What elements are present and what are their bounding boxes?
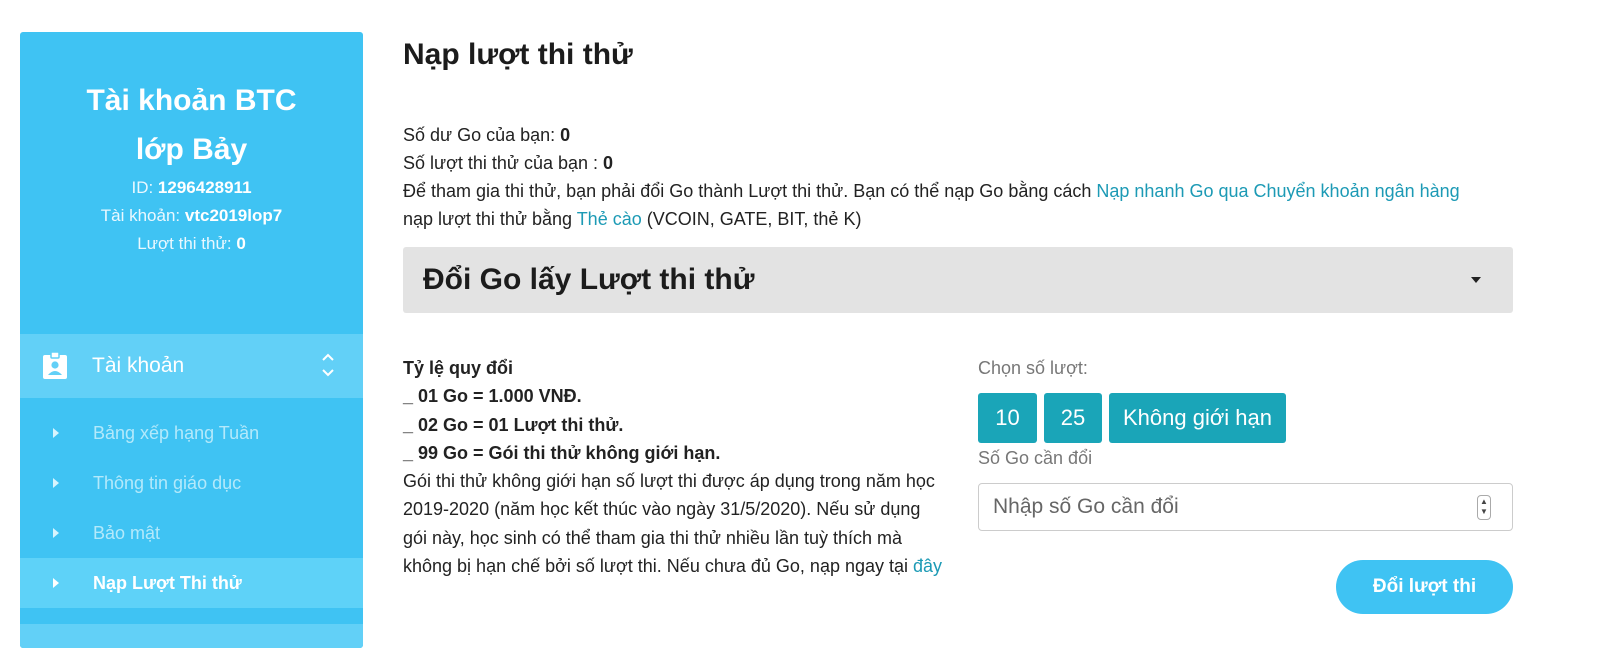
profile-account: Tài khoản: vtc2019lop7 bbox=[20, 202, 363, 230]
sidebar-item-weekly-ranking[interactable]: Bảng xếp hạng Tuần bbox=[20, 408, 363, 458]
sidebar-menu-account[interactable]: Tài khoản bbox=[20, 334, 363, 398]
profile-id-value: 1296428911 bbox=[157, 178, 252, 197]
sidebar-item-label: Nạp Lượt Thi thử bbox=[93, 572, 242, 593]
accordion-title: Đổi Go lấy Lượt thi thử bbox=[423, 263, 755, 296]
profile-name-line1: Tài khoản BTC bbox=[86, 84, 297, 117]
caret-right-icon bbox=[53, 428, 59, 438]
topup-here-link[interactable]: đây bbox=[913, 556, 942, 576]
profile-turns-label: Lượt thi thử: bbox=[137, 234, 237, 253]
instructions-text-1: Để tham gia thi thử, bạn phải đổi Go thà… bbox=[403, 181, 1097, 201]
go-amount-placeholder: Nhập số Go cần đổi bbox=[993, 495, 1179, 518]
go-balance-label: Số dư Go của bạn: bbox=[403, 125, 561, 145]
topup-instructions-2: nạp lượt thi thử bằng Thẻ cào (VCOIN, GA… bbox=[403, 205, 1513, 233]
go-amount-label: Số Go cần đổi bbox=[978, 448, 1093, 468]
account-info: Số dư Go của bạn: 0 Số lượt thi thử của … bbox=[403, 121, 1513, 233]
id-badge-icon bbox=[42, 351, 68, 380]
sidebar-item-label: Thông tin giáo dục bbox=[93, 472, 242, 493]
go-balance: Số dư Go của bạn: 0 bbox=[403, 121, 1513, 149]
profile-name-line2: lớp Bảy bbox=[135, 133, 248, 166]
turn-balance-label: Số lượt thi thử của bạn : bbox=[403, 153, 604, 173]
turn-balance-value: 0 bbox=[603, 153, 614, 173]
number-spinner-icon[interactable]: ▲ ▼ bbox=[1477, 495, 1491, 520]
option-unlimited-button[interactable]: Không giới hạn bbox=[1109, 393, 1286, 443]
profile-turns: Lượt thi thử: 0 bbox=[20, 230, 363, 258]
go-amount-input[interactable]: Nhập số Go cần đổi ▲ ▼ bbox=[978, 483, 1513, 531]
instructions-text-3: (VCOIN, GATE, BIT, thẻ K) bbox=[641, 209, 862, 229]
bank-transfer-link[interactable]: Nạp nhanh Go qua Chuyển khoản ngân hàng bbox=[1096, 181, 1459, 201]
exchange-form: Chọn số lượt: 10 25 Không giới hạn Số Go… bbox=[978, 354, 1513, 531]
exchange-submit-button[interactable]: Đổi lượt thi bbox=[1336, 560, 1513, 614]
option-25-button[interactable]: 25 bbox=[1044, 393, 1102, 443]
rate-line-1: _ 01 Go = 1.000 VNĐ. bbox=[403, 386, 582, 407]
exchange-accordion-header[interactable]: Đổi Go lấy Lượt thi thử bbox=[403, 247, 1513, 313]
rate-line-3: _ 99 Go = Gói thi thử không giới hạn. bbox=[403, 442, 721, 463]
sidebar-item-education-info[interactable]: Thông tin giáo dục bbox=[20, 458, 363, 508]
profile-turns-value: 0 bbox=[236, 234, 246, 253]
sidebar-menu-account-label: Tài khoản bbox=[92, 354, 185, 377]
turn-options: 10 25 Không giới hạn bbox=[978, 393, 1513, 443]
scratch-card-link[interactable]: Thẻ cào bbox=[577, 209, 642, 229]
caret-right-icon bbox=[53, 478, 59, 488]
rate-line-2: _ 02 Go = 01 Lượt thi thử. bbox=[403, 414, 624, 435]
sidebar-item-label: Bảng xếp hạng Tuần bbox=[93, 422, 260, 443]
caret-down-icon bbox=[1471, 277, 1481, 283]
chevron-updown-icon bbox=[321, 352, 335, 380]
profile-account-value: vtc2019lop7 bbox=[184, 206, 283, 225]
rates-description: Gói thi thử không giới hạn số lượt thi đ… bbox=[403, 467, 943, 580]
sidebar-item-label: Bảo mật bbox=[93, 522, 161, 543]
sidebar-item-security[interactable]: Bảo mật bbox=[20, 508, 363, 558]
sidebar-next-section[interactable] bbox=[20, 624, 363, 648]
page-title: Nạp lượt thi thử bbox=[403, 38, 633, 71]
topup-instructions: Để tham gia thi thử, bạn phải đổi Go thà… bbox=[403, 177, 1513, 205]
profile-id: ID: 1296428911 bbox=[20, 174, 363, 202]
sidebar-item-topup-turns[interactable]: Nạp Lượt Thi thử bbox=[20, 558, 363, 608]
go-balance-value: 0 bbox=[560, 125, 571, 145]
rates-heading: Tỷ lệ quy đổi bbox=[403, 358, 514, 378]
rates-description-text: Gói thi thử không giới hạn số lượt thi đ… bbox=[403, 471, 935, 577]
option-10-button[interactable]: 10 bbox=[978, 393, 1037, 443]
choose-turns-label: Chọn số lượt: bbox=[978, 358, 1088, 378]
profile-id-label: ID: bbox=[131, 178, 158, 197]
caret-right-icon bbox=[53, 528, 59, 538]
profile-account-label: Tài khoản: bbox=[100, 206, 185, 225]
instructions-text-2: nạp lượt thi thử bằng bbox=[403, 209, 577, 229]
sidebar-submenu: Bảng xếp hạng Tuần Thông tin giáo dục Bả… bbox=[20, 408, 363, 608]
exchange-rates: Tỷ lệ quy đổi _ 01 Go = 1.000 VNĐ. _ 02 … bbox=[403, 354, 943, 580]
caret-right-icon bbox=[53, 578, 59, 588]
turn-balance: Số lượt thi thử của bạn : 0 bbox=[403, 149, 1513, 177]
sidebar: Tài khoản BTC lớp Bảy ID: 1296428911 Tài… bbox=[20, 32, 363, 648]
profile-card: Tài khoản BTC lớp Bảy ID: 1296428911 Tài… bbox=[20, 32, 363, 258]
